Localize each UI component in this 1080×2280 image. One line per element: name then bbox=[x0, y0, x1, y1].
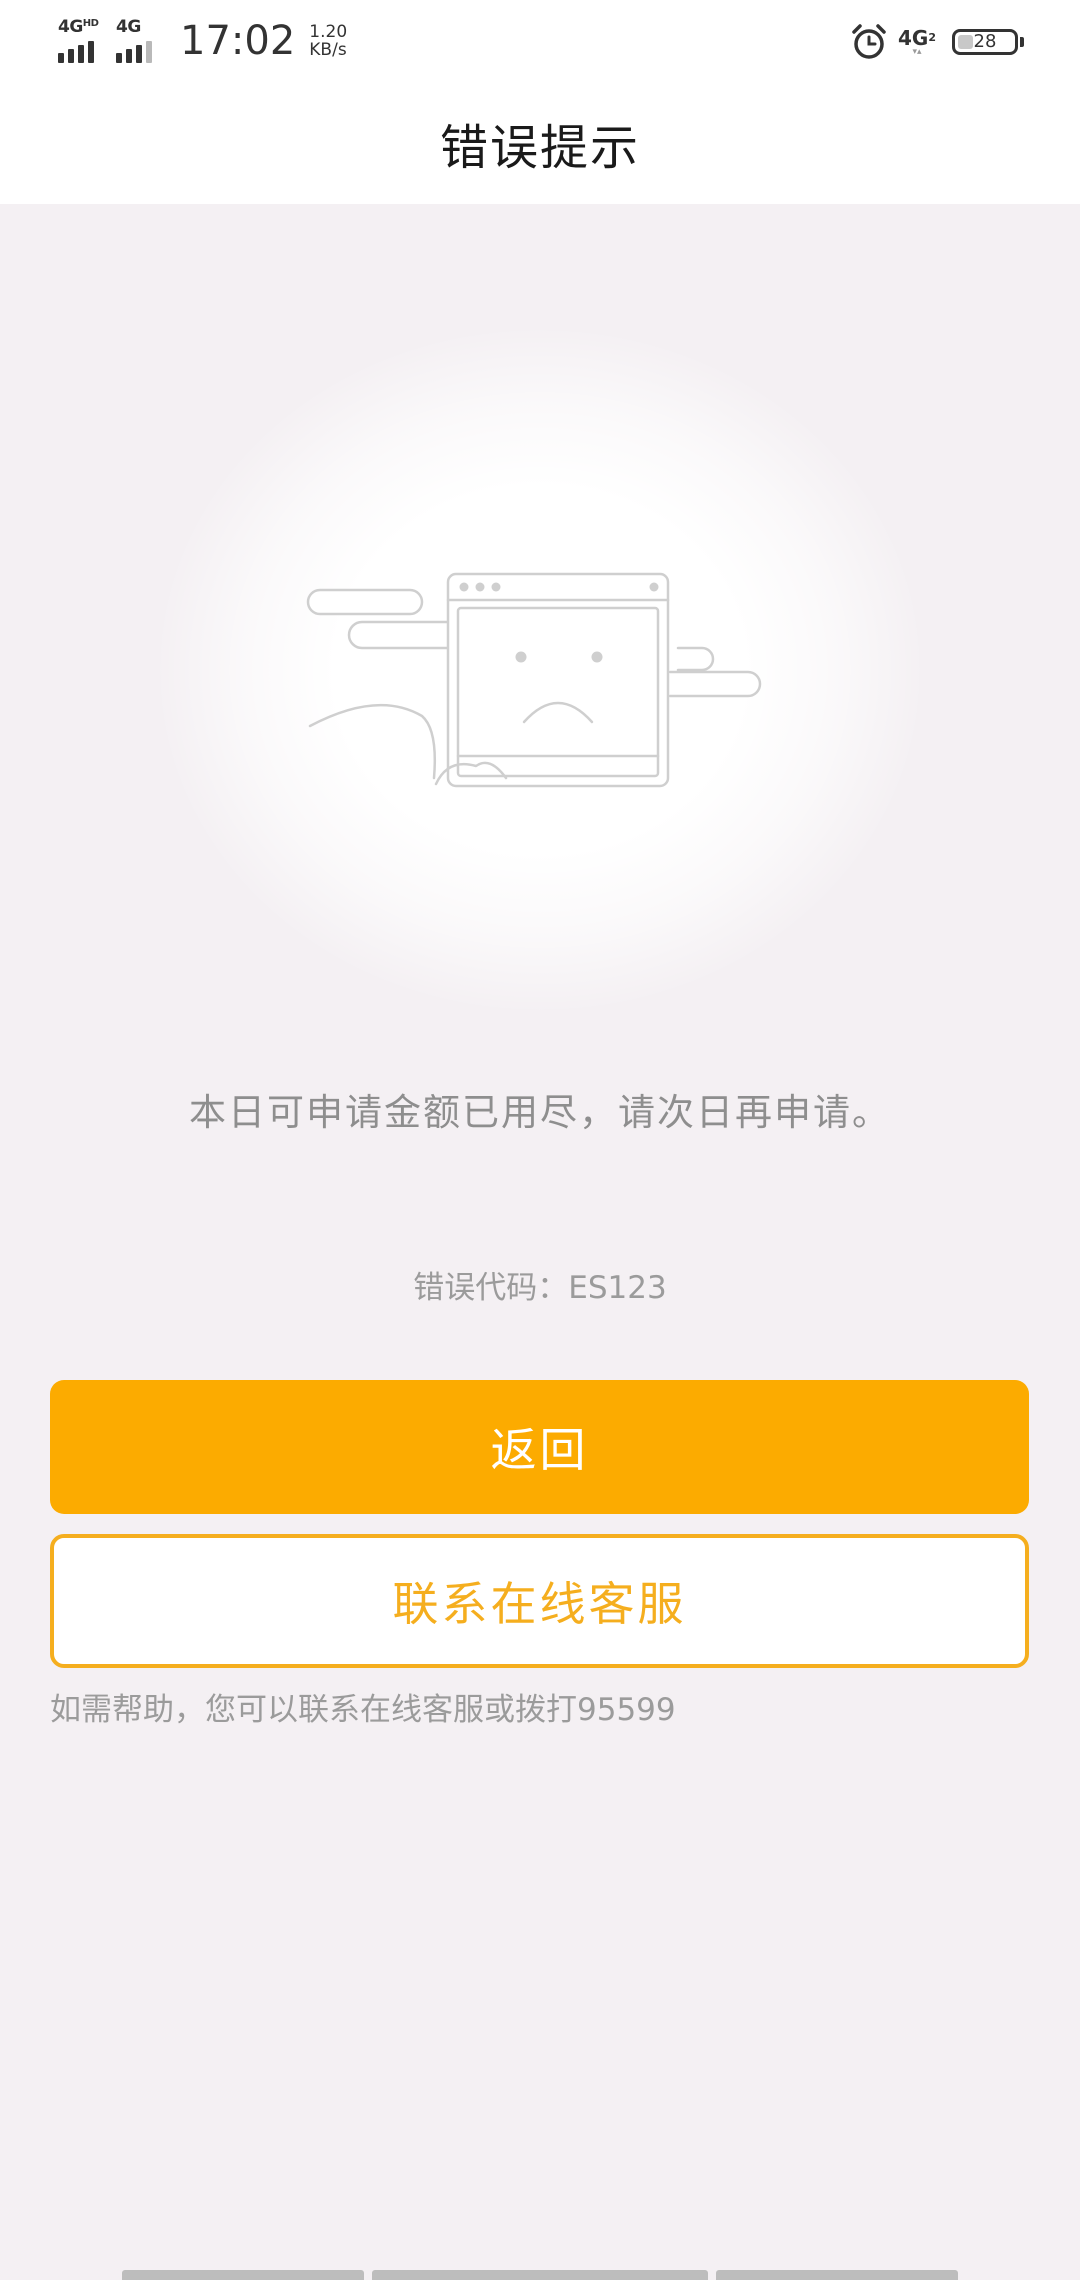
page-title: 错误提示 bbox=[439, 120, 640, 176]
nav-gesture-bar-right[interactable] bbox=[716, 2270, 958, 2280]
mobile-data-sub: 2 bbox=[928, 30, 936, 44]
signal-group-secondary: 4G bbox=[116, 19, 164, 63]
mobile-data-indicator: 4G2 ▾▴ bbox=[898, 28, 936, 57]
signal-group-primary: 4GHD bbox=[58, 19, 106, 63]
status-left: 4GHD 4G 17:02 1.20 KB/s bbox=[58, 18, 347, 64]
error-code: 错误代码：ES123 bbox=[413, 1270, 667, 1306]
alarm-clock-icon bbox=[852, 24, 886, 59]
status-time: 17:02 bbox=[180, 18, 296, 64]
battery-icon: 28 bbox=[952, 29, 1018, 55]
signal-bars-icon bbox=[58, 41, 94, 63]
network-speed: 1.20 KB/s bbox=[309, 23, 347, 59]
nav-gesture-bar-center[interactable] bbox=[372, 2270, 708, 2280]
contact-online-service-button[interactable]: 联系在线客服 bbox=[50, 1534, 1029, 1668]
mobile-data-label: 4G bbox=[898, 25, 929, 50]
sad-browser-window-illustration bbox=[306, 572, 762, 788]
battery-cap bbox=[1020, 37, 1024, 47]
signal-bars-icon-secondary bbox=[116, 41, 152, 63]
network-speed-value: 1.20 bbox=[309, 22, 348, 42]
network-type-label-secondary: 4G bbox=[116, 17, 141, 37]
battery-fill bbox=[958, 35, 973, 49]
status-bar: 4GHD 4G 17:02 1.20 KB/s 4G2 ▾▴ 28 bbox=[0, 0, 1080, 82]
network-speed-unit: KB/s bbox=[309, 40, 347, 60]
title-bar: 错误提示 bbox=[0, 82, 1080, 204]
nav-gesture-bar-left[interactable] bbox=[122, 2270, 364, 2280]
help-text: 如需帮助，您可以联系在线客服或拨打95599 bbox=[50, 1692, 676, 1728]
network-type-label: 4GHD bbox=[58, 17, 99, 37]
back-button[interactable]: 返回 bbox=[50, 1380, 1029, 1514]
status-right: 4G2 ▾▴ 28 bbox=[850, 22, 1024, 62]
error-message: 本日可申请金额已用尽，请次日再申请。 bbox=[189, 1091, 891, 1134]
battery-level: 28 bbox=[973, 31, 997, 52]
